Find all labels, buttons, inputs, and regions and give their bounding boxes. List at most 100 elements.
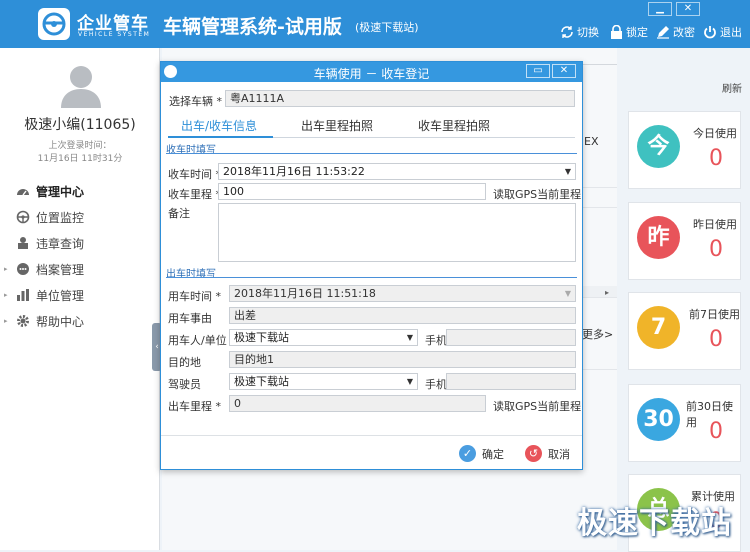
stat-card-yesterday[interactable]: 昨 昨日使用 0 — [628, 202, 741, 280]
sidebar-item-location-monitor[interactable]: 位置监控 — [8, 204, 158, 230]
archive-icon — [17, 263, 29, 275]
stat-card-last-30-days[interactable]: 30 前30日使用 0 — [628, 384, 741, 462]
change-password-button[interactable]: 改密 — [656, 24, 695, 40]
phone-label: 手机 — [425, 334, 447, 347]
stat-badge: 今 — [637, 125, 680, 168]
stat-label: 昨日使用 — [693, 218, 737, 231]
use-time-value: 2018年11月16日 11:51:18 — [234, 287, 376, 300]
bar-chart-icon — [17, 289, 29, 301]
sidebar-item-unit-management[interactable]: ▸ 单位管理 — [4, 282, 158, 308]
cancel-label: 取消 — [548, 447, 570, 461]
app-header: 企业管车 VEHICLE SYSTEM 车辆管理系统-试用版 (极速下载站) ▁… — [0, 0, 750, 48]
user-name: 极速小编(11065) — [24, 117, 136, 133]
steering-wheel-icon — [16, 210, 30, 224]
driver-value: 极速下载站 — [234, 375, 289, 388]
read-gps-depart-mileage-button[interactable]: 读取GPS当前里程 — [493, 398, 581, 414]
destination-field[interactable]: 目的地1 — [229, 351, 576, 368]
dialog-footer-divider — [161, 435, 582, 436]
vehicle-field[interactable]: 粤A1111A — [225, 90, 575, 107]
sidebar: 极速小编(11065) 上次登录时间： 11月16日 11时31分 管理中心 位… — [0, 48, 162, 550]
exit-button[interactable]: 退出 — [703, 24, 742, 40]
driver-phone-field[interactable] — [446, 373, 576, 390]
user-unit-select[interactable]: 极速下载站 ▼ — [229, 329, 418, 346]
stat-badge: 7 — [637, 306, 680, 349]
return-time-field[interactable]: 2018年11月16日 11:53:22 ▼ — [218, 163, 576, 180]
switch-label: 切换 — [577, 26, 599, 39]
avatar-icon — [60, 64, 102, 108]
return-time-label: 收车时间 * — [168, 168, 221, 181]
pencil-icon — [657, 26, 669, 39]
dialog-maximize-button[interactable]: ▭ — [526, 64, 550, 78]
app-subtitle: (极速下载站) — [355, 21, 419, 34]
depart-mileage-label: 出车里程 * — [168, 400, 221, 413]
confirm-label: 确定 — [482, 447, 504, 461]
refresh-link[interactable]: 刷新 — [722, 80, 742, 95]
more-link[interactable]: 更多> — [582, 326, 613, 342]
last-login-time: 11月16日 11时31分 — [37, 154, 123, 164]
sidebar-item-label: 位置监控 — [36, 210, 85, 225]
user-unit-value: 极速下载站 — [234, 331, 289, 344]
phone-field[interactable] — [446, 329, 576, 346]
chevron-down-icon: ▼ — [406, 377, 413, 386]
chevron-right-icon: ▸ — [4, 291, 8, 299]
sidebar-item-violation-query[interactable]: 违章查询 — [8, 230, 158, 256]
sidebar-item-help-center[interactable]: ▸ 帮助中心 — [4, 308, 158, 334]
dialog-titlebar[interactable]: 车辆使用 － 收车登记 ▭ ✕ — [161, 62, 582, 82]
driver-select[interactable]: 极速下载站 ▼ — [229, 373, 418, 390]
window-minimize-button[interactable]: ▁ — [648, 2, 672, 16]
stat-value: 0 — [709, 419, 723, 444]
lock-button[interactable]: 锁定 — [610, 24, 648, 40]
user-unit-label: 用车人/单位 * — [168, 334, 236, 347]
return-time-value: 2018年11月16日 11:53:22 — [223, 165, 365, 178]
table-cell: EX — [584, 135, 599, 148]
chevron-right-icon: ▸ — [4, 317, 8, 325]
destination-label: 目的地 — [168, 356, 201, 369]
tab-depart-return-info[interactable]: 出车/收车信息 — [181, 117, 257, 134]
chevron-down-icon: ▼ — [406, 333, 413, 342]
sidebar-item-management-center[interactable]: 管理中心 — [8, 178, 158, 204]
app-title: 车辆管理系统-试用版 — [163, 16, 342, 38]
dialog-title: 车辆使用 － 收车登记 — [313, 67, 430, 81]
sidebar-item-archive-management[interactable]: ▸ 档案管理 — [4, 256, 158, 282]
lock-icon — [611, 25, 622, 39]
switch-button[interactable]: 切换 — [560, 24, 599, 40]
stat-card-today[interactable]: 今 今日使用 0 — [628, 111, 741, 189]
driver-label: 驾驶员 — [168, 378, 201, 391]
change-password-label: 改密 — [673, 26, 695, 39]
watermark: 极速下载站 — [577, 506, 732, 541]
exit-label: 退出 — [720, 26, 742, 39]
stat-label: 今日使用 — [693, 127, 737, 140]
stat-card-last-7-days[interactable]: 7 前7日使用 0 — [628, 292, 741, 370]
use-time-label: 用车时间 * — [168, 290, 221, 303]
chevron-down-icon: ▼ — [564, 289, 571, 298]
badge-icon — [18, 237, 28, 249]
read-gps-mileage-button[interactable]: 读取GPS当前里程 — [493, 186, 581, 202]
tab-depart-mileage-photo[interactable]: 出车里程拍照 — [301, 117, 373, 134]
check-icon: ✓ — [459, 445, 476, 462]
last-login-label: 上次登录时间： — [48, 141, 112, 151]
sidebar-item-label: 单位管理 — [36, 288, 85, 303]
use-time-field[interactable]: 2018年11月16日 11:51:18 ▼ — [229, 285, 576, 302]
stats-panel: 刷新 今 今日使用 0 昨 昨日使用 0 7 前7日使用 0 30 前30日使用… — [617, 76, 750, 552]
tab-return-mileage-photo[interactable]: 收车里程拍照 — [418, 117, 490, 134]
sidebar-menu: 管理中心 位置监控 违章查询 ▸ 档案管理 ▸ 单位管理 ▸ 帮助中心 — [4, 178, 158, 334]
sidebar-item-label: 违章查询 — [36, 236, 85, 251]
chevron-down-icon: ▼ — [564, 167, 571, 176]
logo-subtext: VEHICLE SYSTEM — [78, 31, 151, 38]
sidebar-item-label: 档案管理 — [36, 262, 85, 277]
section-divider — [166, 277, 577, 278]
vehicle-label: 选择车辆 * — [169, 95, 222, 108]
cancel-button[interactable]: ↺ 取消 — [525, 445, 570, 462]
sidebar-item-label: 管理中心 — [36, 184, 85, 199]
return-mileage-label: 收车里程 * — [168, 188, 221, 201]
depart-mileage-field[interactable]: 0 — [229, 395, 486, 412]
remark-textarea[interactable] — [218, 203, 576, 262]
power-icon — [704, 26, 716, 39]
reason-field[interactable]: 出差 — [229, 307, 576, 324]
lock-label: 锁定 — [626, 26, 648, 39]
return-mileage-input[interactable]: 100 — [218, 183, 486, 200]
window-close-button[interactable]: ✕ — [676, 2, 700, 16]
confirm-button[interactable]: ✓ 确定 — [459, 445, 504, 462]
chevron-right-icon[interactable]: ▸ — [605, 288, 609, 297]
dialog-close-button[interactable]: ✕ — [552, 64, 576, 78]
